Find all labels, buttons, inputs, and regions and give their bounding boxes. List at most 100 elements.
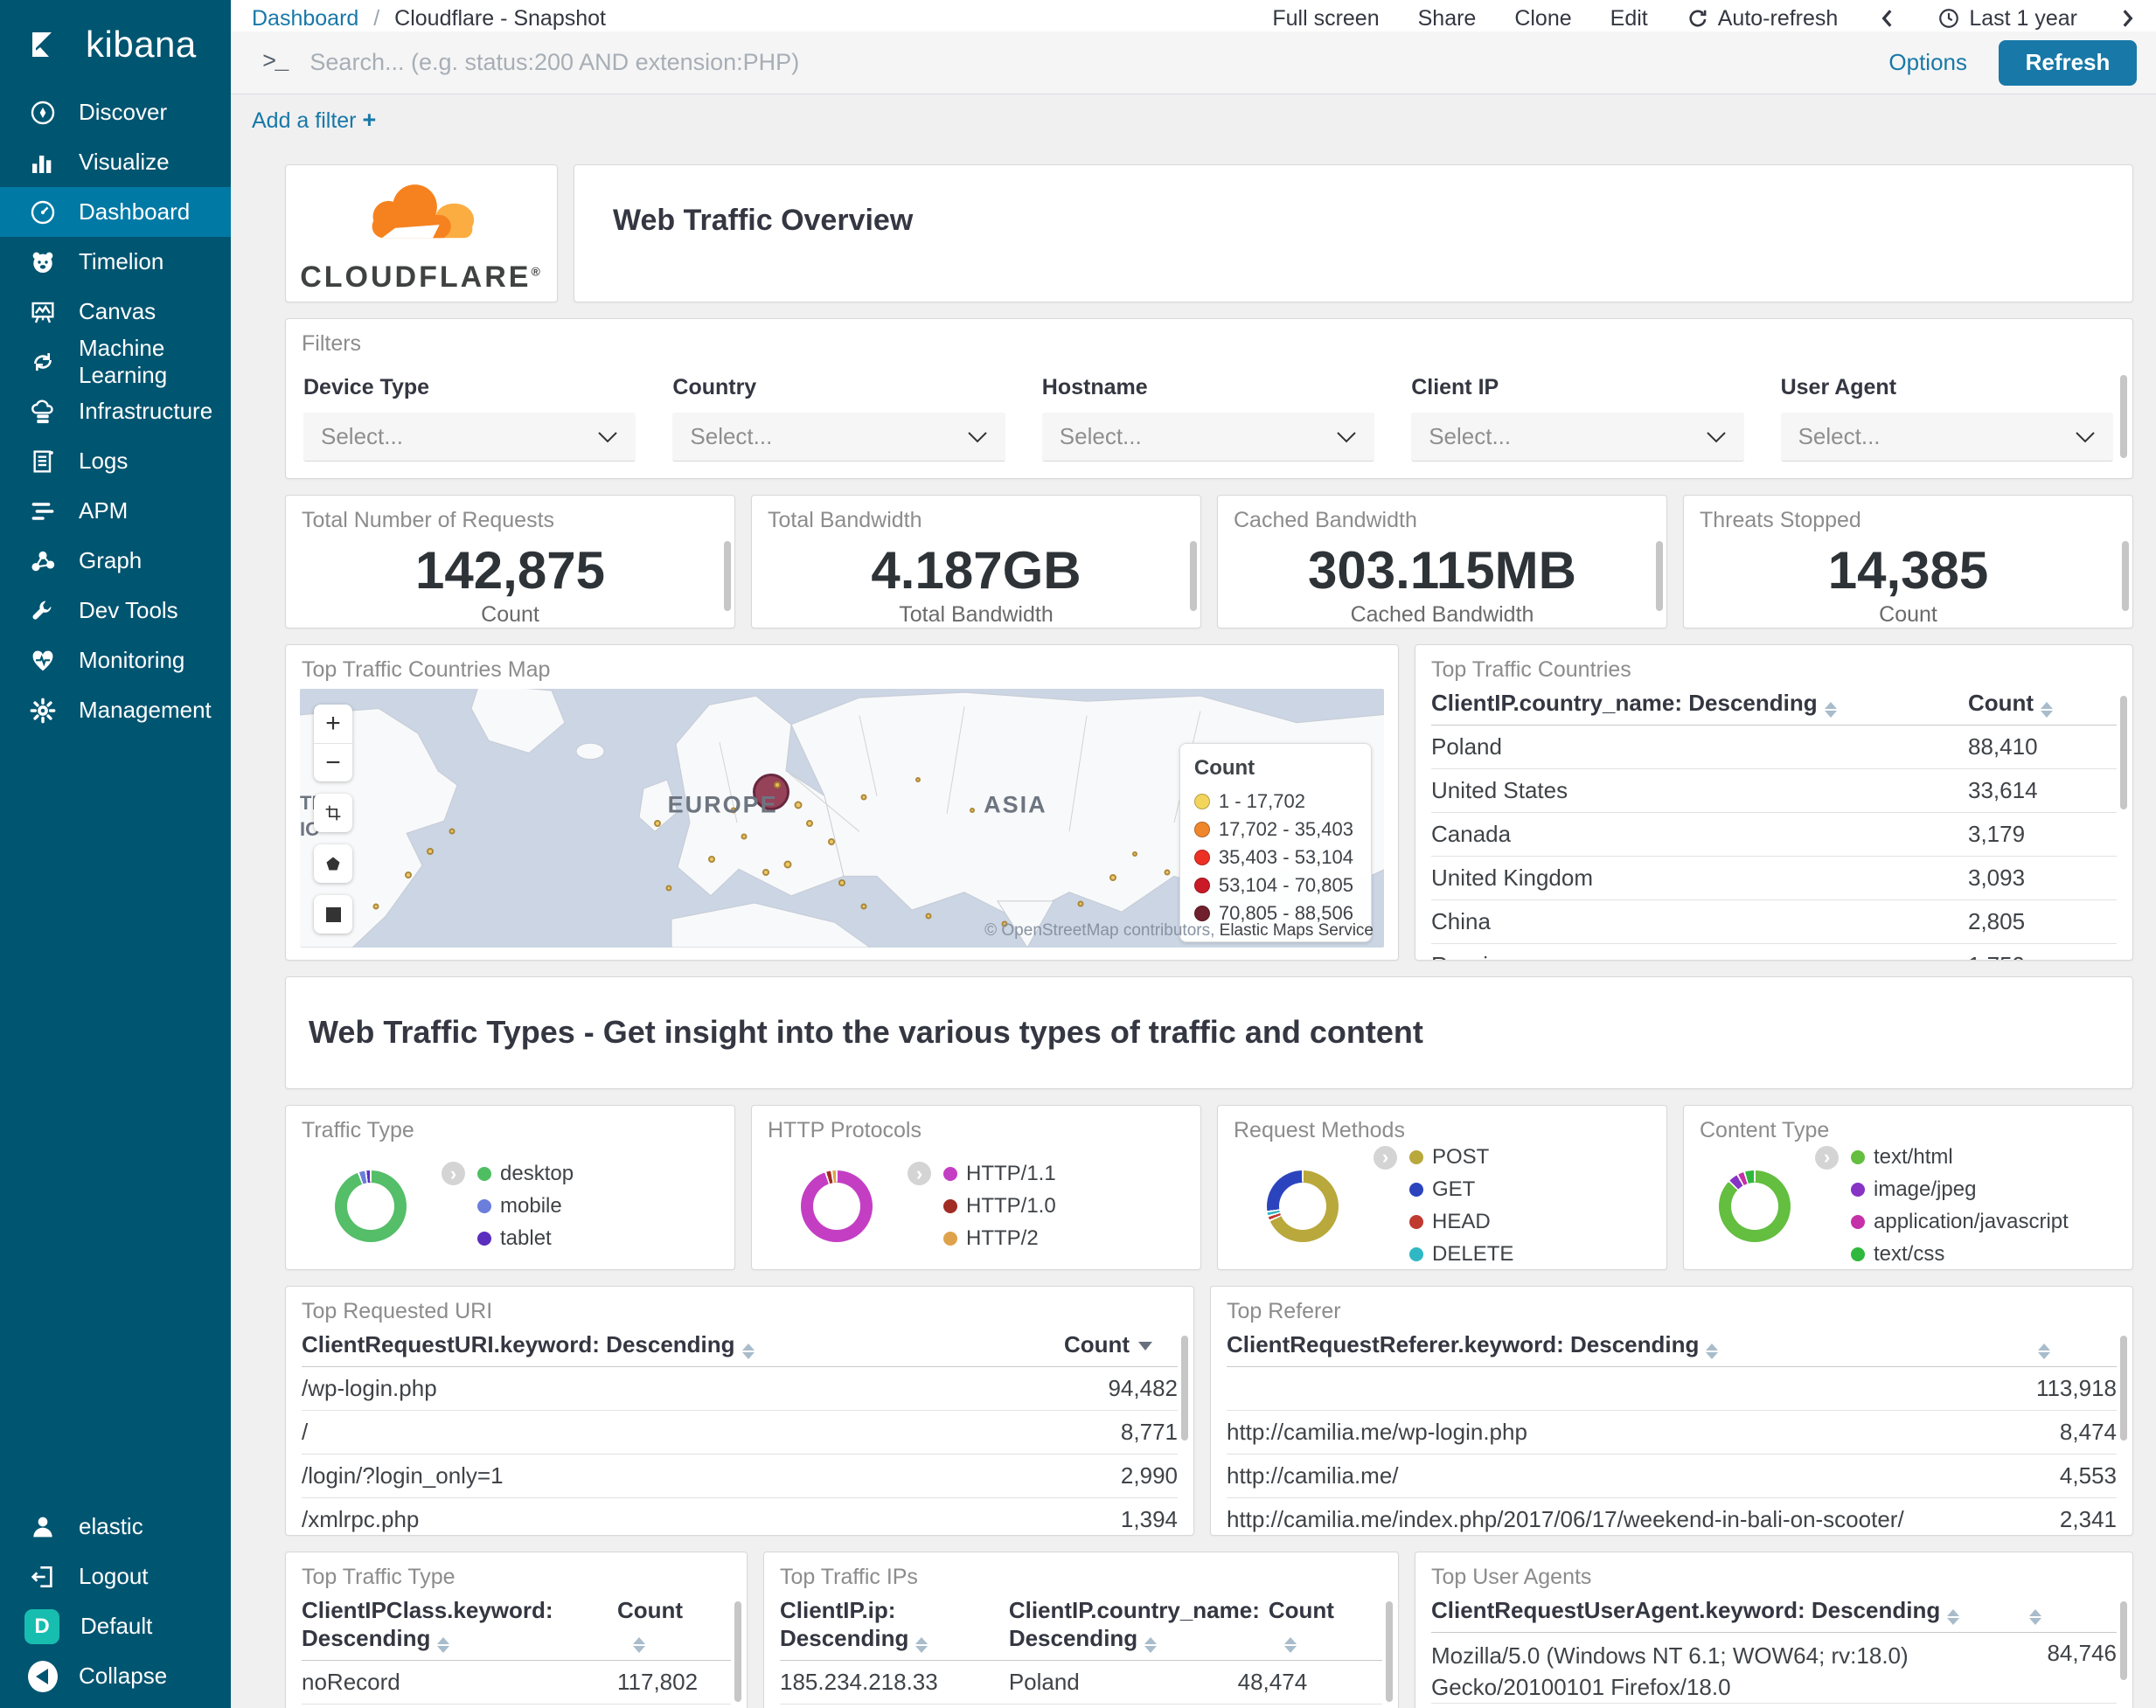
hostname-select[interactable]: Select... <box>1041 413 1375 462</box>
column-header-count[interactable]: Count <box>1269 1596 1382 1653</box>
http-protocols-donut[interactable] <box>801 1170 873 1242</box>
column-header-uri[interactable]: ClientRequestURI.keyword: Descending <box>302 1330 1064 1359</box>
column-header-count[interactable] <box>2003 1596 2117 1625</box>
panel-scrollbar[interactable] <box>2120 375 2127 458</box>
sidebar-item-logs[interactable]: Logs <box>0 436 231 486</box>
share-button[interactable]: Share <box>1418 6 1477 31</box>
sidebar-item-user[interactable]: elastic <box>0 1502 231 1552</box>
panel-scrollbar[interactable] <box>734 1601 741 1702</box>
request-methods-donut-panel: Request Methods › POST GET HEAD DELETE <box>1217 1105 1667 1270</box>
heart-pulse-icon <box>28 646 58 676</box>
auto-refresh-button[interactable]: Auto-refresh <box>1687 6 1838 31</box>
sidebar-item-timelion[interactable]: Timelion <box>0 237 231 287</box>
map-traffic-dot <box>969 808 975 814</box>
donut-legend: › HTTP/1.1 HTTP/1.0 HTTP/2 <box>908 1161 1056 1252</box>
legend-expand-icon[interactable]: › <box>1815 1145 1839 1170</box>
map-rectangle-tool-button[interactable] <box>314 895 352 934</box>
refresh-button[interactable]: Refresh <box>1999 39 2137 86</box>
kibana-logo[interactable]: kibana <box>0 0 231 87</box>
sidebar-item-graph[interactable]: Graph <box>0 536 231 586</box>
panel-scrollbar[interactable] <box>724 541 731 611</box>
country-select[interactable]: Select... <box>672 413 1005 462</box>
clone-button[interactable]: Clone <box>1514 6 1571 31</box>
table-row: Canada 3,179 <box>1431 813 2117 857</box>
search-input[interactable] <box>309 49 1889 76</box>
filter-device-type: Device Type Select... <box>303 375 636 462</box>
column-header-type[interactable]: ClientIPClass.keyword: Descending <box>302 1596 617 1653</box>
legend-expand-icon[interactable]: › <box>1374 1145 1397 1170</box>
map-zoom-out-button[interactable]: − <box>314 743 352 781</box>
user-agent-select[interactable]: Select... <box>1780 413 2113 462</box>
column-header-ip[interactable]: ClientIP.ip: Descending <box>780 1596 1009 1653</box>
panel-scrollbar[interactable] <box>1656 541 1663 611</box>
panel-scrollbar[interactable] <box>2122 541 2129 611</box>
edit-button[interactable]: Edit <box>1610 6 1648 31</box>
map-zoom-in-button[interactable]: + <box>314 705 352 743</box>
filter-user-agent: User Agent Select... <box>1780 375 2113 462</box>
panel-scrollbar[interactable] <box>1386 1601 1393 1702</box>
panel-scrollbar[interactable] <box>1190 541 1197 611</box>
add-filter-button[interactable]: Add a filter + <box>252 107 376 134</box>
sidebar: kibana Discover Visualize Dashboard Time… <box>0 0 231 1708</box>
map-canvas[interactable]: + − Count 1 - 17,702 17,702 - 35,403 35,… <box>300 689 1384 948</box>
sidebar-item-logout[interactable]: Logout <box>0 1552 231 1601</box>
sidebar-item-dev-tools[interactable]: Dev Tools <box>0 586 231 635</box>
map-crop-tool-button[interactable] <box>314 794 352 832</box>
device-type-select[interactable]: Select... <box>303 413 636 462</box>
column-header-count[interactable]: Count <box>1968 689 2117 718</box>
sidebar-item-monitoring[interactable]: Monitoring <box>0 635 231 685</box>
dashboard-menu: Full screen Share Clone Edit Auto-refres… <box>1272 6 2139 31</box>
gauge-icon <box>28 198 58 227</box>
sidebar-item-management[interactable]: Management <box>0 685 231 735</box>
content-type-donut[interactable] <box>1719 1170 1791 1242</box>
sidebar-item-dashboard[interactable]: Dashboard <box>0 187 231 237</box>
map-traffic-dot <box>805 819 813 827</box>
request-methods-donut[interactable] <box>1267 1170 1339 1242</box>
sidebar-item-apm[interactable]: APM <box>0 486 231 536</box>
sidebar-item-collapse[interactable]: Collapse <box>0 1651 231 1701</box>
client-ip-select[interactable]: Select... <box>1411 413 1744 462</box>
panel-scrollbar[interactable] <box>2120 1601 2127 1680</box>
sidebar-item-space-default[interactable]: D Default <box>0 1601 231 1651</box>
full-screen-button[interactable]: Full screen <box>1272 6 1379 31</box>
column-header-count[interactable]: Count <box>1064 1330 1178 1358</box>
column-header-country[interactable]: ClientIP.country_name: Descending <box>1431 689 1968 718</box>
sidebar-item-discover[interactable]: Discover <box>0 87 231 137</box>
time-forward-button[interactable] <box>2116 7 2139 30</box>
legend-expand-icon[interactable]: › <box>908 1162 931 1185</box>
cloud-servers-icon <box>28 397 58 427</box>
panel-scrollbar[interactable] <box>2120 696 2127 809</box>
map-controls: + − <box>314 705 352 934</box>
sidebar-item-canvas[interactable]: Canvas <box>0 287 231 337</box>
column-header-count[interactable] <box>2003 1330 2117 1359</box>
options-link[interactable]: Options <box>1888 49 1967 76</box>
legend-bucket: 17,702 - 35,403 <box>1193 816 1353 844</box>
column-header-country[interactable]: ClientIP.country_name: Descending <box>1009 1596 1269 1653</box>
map-traffic-dot <box>654 819 662 827</box>
map-attribution: © OpenStreetMap contributors, Elastic Ma… <box>984 921 1374 940</box>
sidebar-item-visualize[interactable]: Visualize <box>0 137 231 187</box>
sidebar-item-label: Visualize <box>79 149 170 175</box>
traffic-type-donut[interactable] <box>335 1170 407 1242</box>
compass-icon <box>28 98 58 128</box>
time-range-picker[interactable]: Last 1 year <box>1937 6 2077 31</box>
map-polygon-tool-button[interactable] <box>314 844 352 883</box>
time-back-button[interactable] <box>1876 7 1899 30</box>
panel-scrollbar[interactable] <box>1181 1336 1188 1441</box>
sidebar-item-infrastructure[interactable]: Infrastructure <box>0 386 231 436</box>
panel-scrollbar[interactable] <box>2120 1336 2127 1441</box>
map-traffic-dot <box>773 781 781 788</box>
document-lines-icon <box>28 447 58 476</box>
sidebar-item-machine-learning[interactable]: Machine Learning <box>0 335 231 388</box>
metric-label: Count <box>481 602 539 627</box>
column-header-referer[interactable]: ClientRequestReferer.keyword: Descending <box>1227 1330 2003 1359</box>
column-header-count[interactable]: Count <box>617 1596 731 1653</box>
legend-expand-icon[interactable]: › <box>442 1162 465 1185</box>
table-header: ClientIP.country_name: Descending Count <box>1431 684 2117 726</box>
breadcrumb-dashboard-link[interactable]: Dashboard <box>252 6 358 31</box>
breadcrumb-current: Cloudflare - Snapshot <box>394 5 606 31</box>
column-header-agent[interactable]: ClientRequestUserAgent.keyword: Descendi… <box>1431 1596 2003 1625</box>
wrench-icon <box>28 596 58 626</box>
table-row: China 2,805 <box>1431 900 2117 944</box>
